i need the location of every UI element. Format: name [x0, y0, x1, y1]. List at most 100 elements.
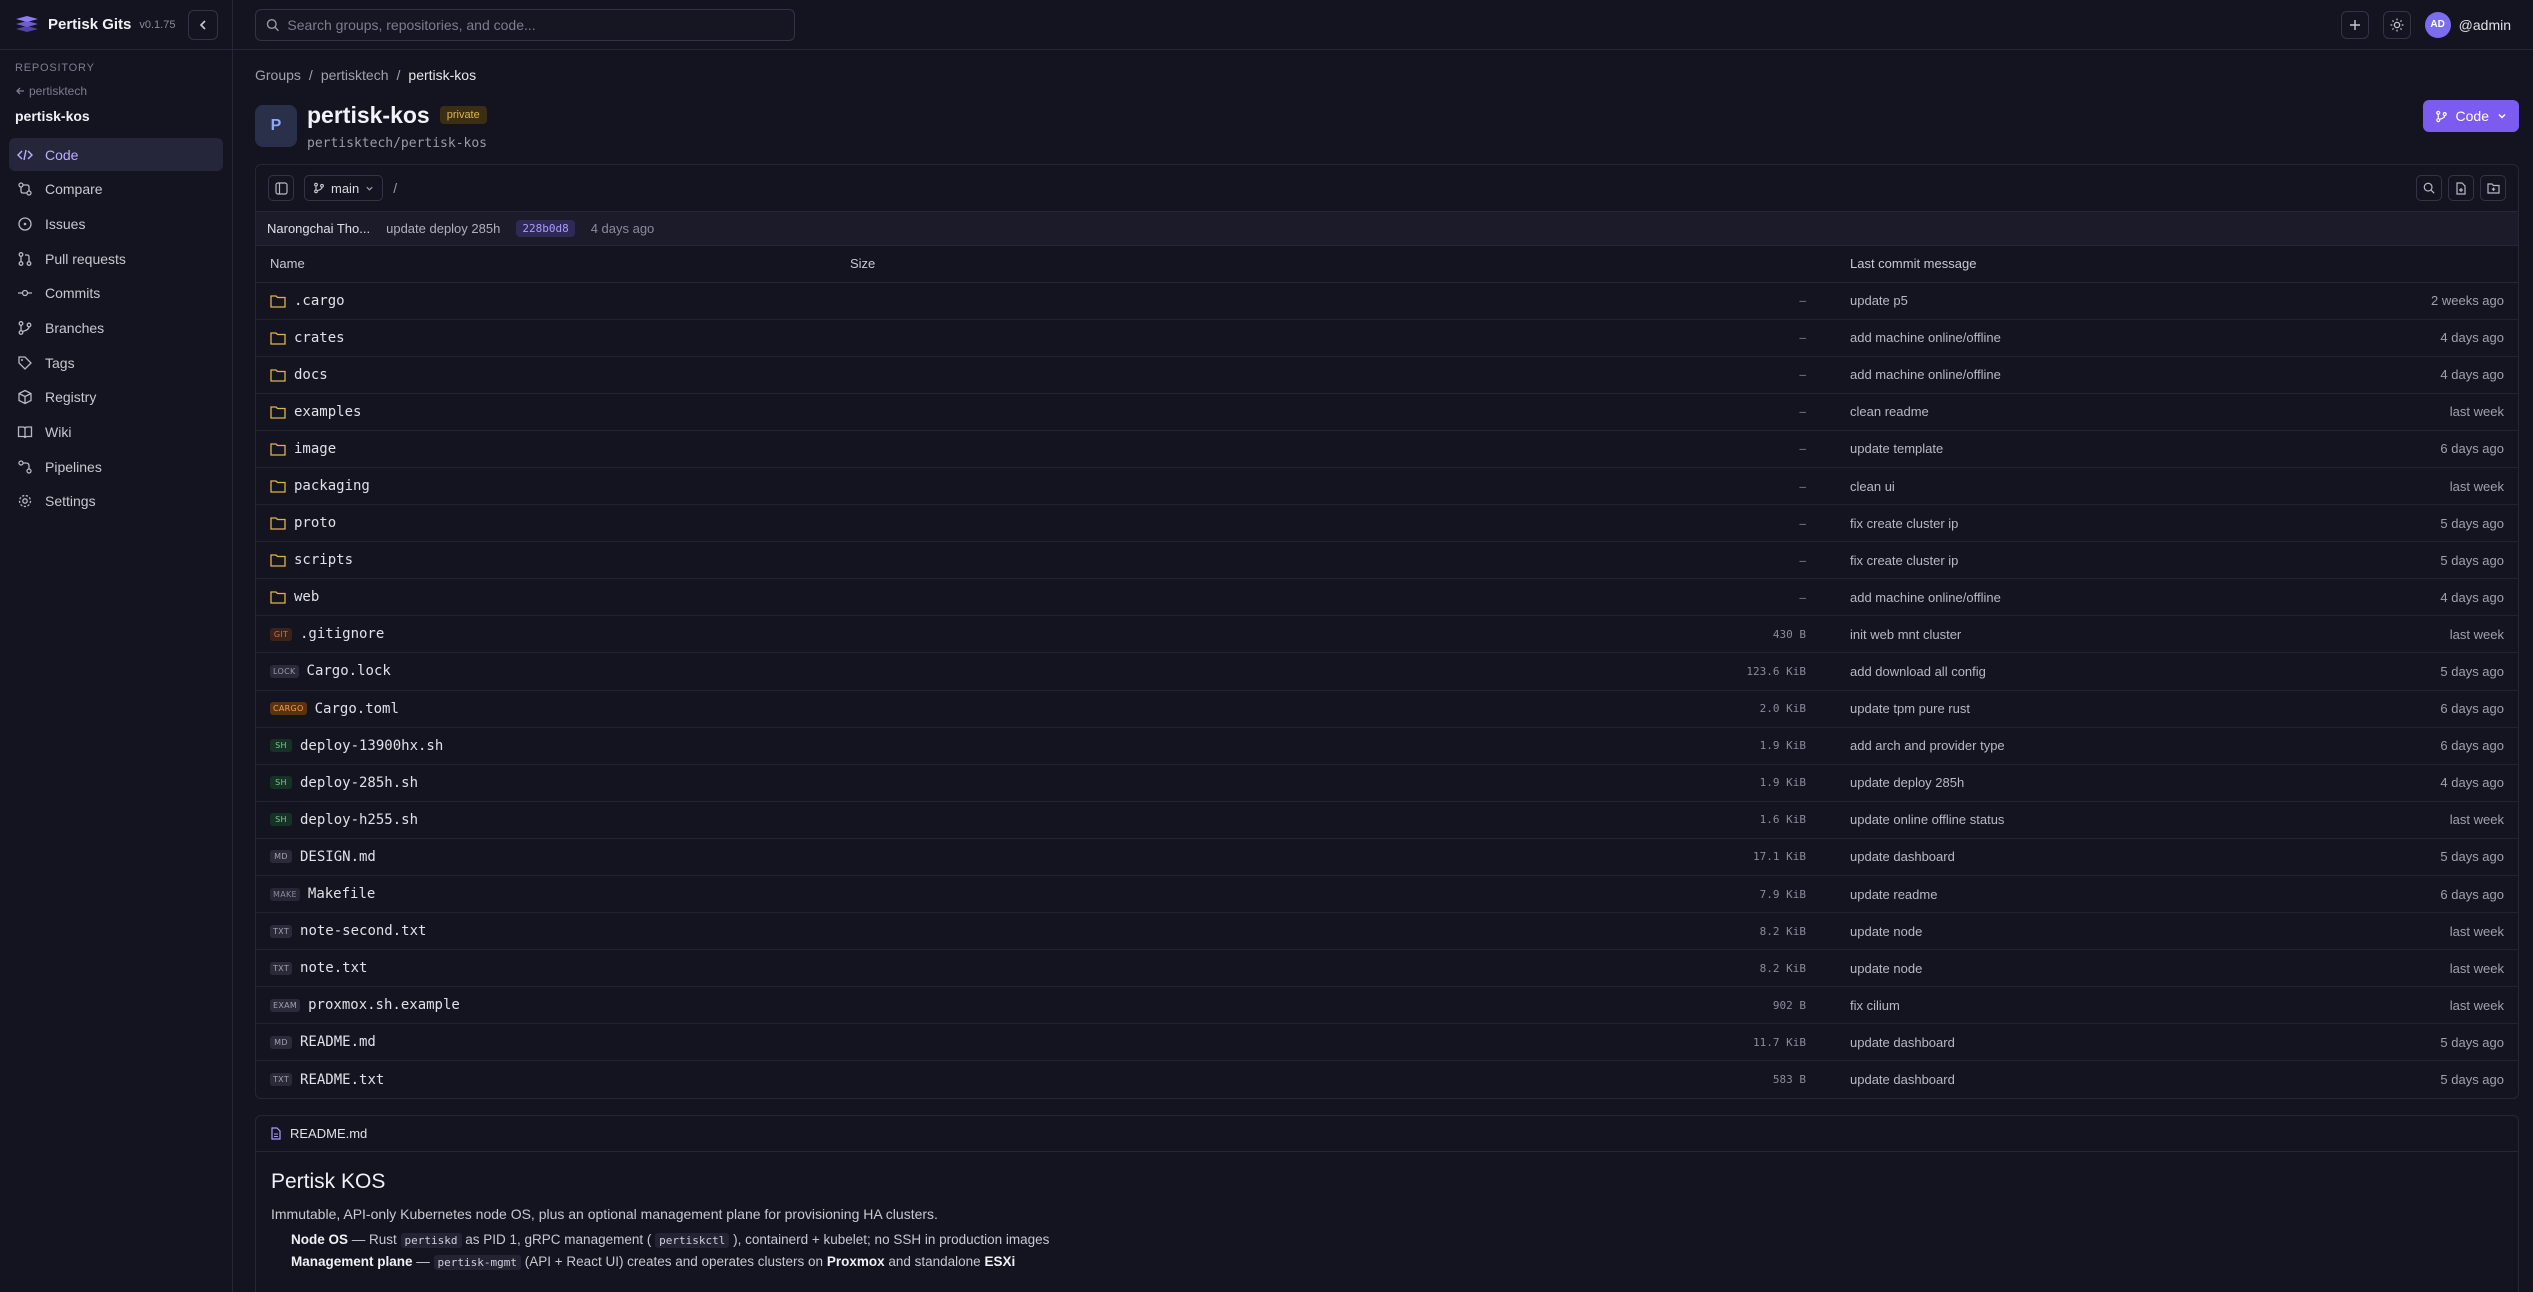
table-row[interactable]: crates – add machine online/offline 4 days …	[256, 319, 2518, 357]
table-row[interactable]: scripts – fix create cluster ip 5 days ago	[256, 541, 2518, 580]
table-row[interactable]: web – add machine online/offline 4 days ago	[256, 578, 2518, 617]
table-row[interactable]: docs – add machine online/offline 4 days ag…	[256, 356, 2518, 394]
file-name[interactable]: README.txt	[300, 1072, 384, 1088]
cell-commit-message[interactable]: update node	[1836, 949, 2276, 988]
cell-commit-message[interactable]: clean readme	[1836, 393, 2276, 431]
file-name[interactable]: Makefile	[308, 886, 375, 902]
file-name[interactable]: .gitignore	[300, 626, 384, 642]
code-dropdown-button[interactable]: Code	[2422, 100, 2519, 132]
avatar[interactable]: AD	[2424, 11, 2451, 38]
commit-sha[interactable]: 228b0d8	[516, 220, 575, 237]
cell-commit-message[interactable]: add machine online/offline	[1836, 319, 2276, 357]
file-name[interactable]: Cargo.lock	[307, 663, 391, 679]
cell-commit-message[interactable]: init web mnt cluster	[1836, 615, 2276, 654]
cell-commit-message[interactable]: update readme	[1836, 875, 2276, 914]
cell-commit-message[interactable]: fix cilium	[1836, 986, 2276, 1025]
cell-commit-message[interactable]: update tpm pure rust	[1836, 690, 2276, 728]
file-name[interactable]: packaging	[294, 478, 370, 494]
theme-toggle-button[interactable]	[2382, 10, 2411, 39]
file-name[interactable]: Cargo.toml	[315, 701, 399, 717]
file-name[interactable]: deploy-285h.sh	[300, 775, 418, 791]
new-folder-button[interactable]	[2480, 175, 2506, 201]
cell-commit-message[interactable]: update p5	[1836, 282, 2276, 320]
sidebar-item-commits[interactable]: Commits	[9, 277, 223, 310]
cell-commit-message[interactable]: update template	[1836, 430, 2276, 468]
table-row[interactable]: examples – clean readme last week	[256, 393, 2518, 431]
cell-commit-message[interactable]: add machine online/offline	[1836, 578, 2276, 617]
cell-commit-message[interactable]: update dashboard	[1836, 1061, 2275, 1098]
table-row[interactable]: .cargo – update p5 2 weeks ago	[256, 282, 2518, 320]
sidebar-item-tags[interactable]: Tags	[9, 346, 223, 379]
cell-commit-message[interactable]: add arch and provider type	[1836, 727, 2276, 765]
new-file-button[interactable]	[2448, 175, 2474, 201]
search-box[interactable]	[255, 8, 795, 41]
cell-commit-message[interactable]: update dashboard	[1836, 838, 2276, 877]
table-row[interactable]: LOCK Cargo.lock 123.6 KiB add download all …	[256, 652, 2518, 691]
table-row[interactable]: SH deploy-13900hx.sh 1.9 KiB add arch and p…	[256, 727, 2518, 765]
cell-commit-time: last week	[2275, 949, 2518, 988]
file-name[interactable]: note-second.txt	[300, 923, 426, 939]
file-name[interactable]: deploy-h255.sh	[300, 812, 418, 828]
table-row[interactable]: MAKE Makefile 7.9 KiB update readme 6 days a…	[256, 875, 2518, 914]
sidebar-item-branches[interactable]: Branches	[9, 311, 223, 344]
cell-commit-message[interactable]: add machine online/offline	[1836, 356, 2276, 394]
commit-author[interactable]: Narongchai Tho...	[267, 221, 370, 236]
file-name[interactable]: .cargo	[294, 293, 345, 309]
cell-commit-message[interactable]: clean ui	[1836, 467, 2276, 506]
file-name[interactable]: DESIGN.md	[300, 849, 376, 865]
file-name[interactable]: web	[294, 589, 319, 605]
sidebar-item-compare[interactable]: Compare	[9, 173, 223, 206]
sidebar-item-pull-requests[interactable]: Pull requests	[9, 242, 223, 275]
back-to-group-link[interactable]: pertisktech	[15, 84, 232, 98]
table-row[interactable]: CARGO Cargo.toml 2.0 KiB update tpm pure ru…	[256, 690, 2518, 728]
table-row[interactable]: TXT note-second.txt 8.2 KiB update node last…	[256, 912, 2518, 951]
file-name[interactable]: crates	[294, 330, 345, 346]
cell-commit-message[interactable]: update deploy 285h	[1836, 764, 2276, 802]
file-name[interactable]: proxmox.sh.example	[308, 997, 460, 1013]
sidebar-item-settings[interactable]: Settings	[9, 485, 223, 518]
readme-filename[interactable]: README.md	[290, 1126, 367, 1141]
table-row[interactable]: GIT .gitignore 430 Binit web mnt cluster la…	[256, 615, 2518, 654]
sidebar-item-pipelines[interactable]: Pipelines	[9, 450, 223, 483]
file-name[interactable]: proto	[294, 515, 336, 531]
sidebar-item-code[interactable]: Code	[9, 138, 223, 171]
username[interactable]: @admin	[2459, 17, 2511, 33]
cell-commit-message[interactable]: add download all config	[1836, 652, 2276, 691]
cell-name: examples	[256, 393, 836, 431]
table-row[interactable]: packaging – clean ui last week	[256, 467, 2518, 506]
table-row[interactable]: image – update template 6 days ago	[256, 430, 2518, 468]
sidebar-item-registry[interactable]: Registry	[9, 381, 223, 414]
cell-size: –	[836, 541, 1836, 580]
sidebar-item-wiki[interactable]: Wiki	[9, 416, 223, 449]
breadcrumb-groups[interactable]: Groups	[255, 67, 301, 83]
search-input[interactable]	[287, 16, 784, 33]
cell-commit-message[interactable]: update online offline status	[1836, 801, 2276, 839]
table-row[interactable]: SH deploy-h255.sh 1.6 KiB update online off…	[256, 801, 2518, 839]
table-row[interactable]: SH deploy-285h.sh 1.9 KiB update deploy 285…	[256, 764, 2518, 802]
table-row[interactable]: proto – fix create cluster ip 5 days ago	[256, 504, 2518, 543]
file-name[interactable]: README.md	[300, 1034, 376, 1050]
breadcrumb-group[interactable]: pertisktech	[321, 67, 389, 83]
cell-commit-message[interactable]: fix create cluster ip	[1836, 541, 2276, 580]
table-row[interactable]: EXAM proxmox.sh.example 902 Bfix cilium las…	[256, 986, 2518, 1025]
file-name[interactable]: scripts	[294, 552, 353, 568]
file-name[interactable]: examples	[294, 404, 361, 420]
toggle-tree-button[interactable]	[268, 175, 294, 201]
table-row[interactable]: TXT note.txt 8.2 KiB update node last week	[256, 949, 2518, 988]
cell-commit-message[interactable]: update dashboard	[1836, 1023, 2276, 1062]
create-new-button[interactable]	[2340, 10, 2369, 39]
sidebar-item-issues[interactable]: Issues	[9, 207, 223, 240]
table-row[interactable]: MD DESIGN.md 17.1 KiB update dashboard 5 day…	[256, 838, 2518, 877]
file-name[interactable]: docs	[294, 367, 328, 383]
search-files-button[interactable]	[2416, 175, 2442, 201]
branch-selector[interactable]: main	[304, 175, 384, 201]
table-row[interactable]: MD README.md 11.7 KiB update dashboard 5 day…	[256, 1023, 2518, 1062]
cell-commit-message[interactable]: fix create cluster ip	[1836, 504, 2276, 543]
file-name[interactable]: image	[294, 441, 336, 457]
cell-commit-message[interactable]: update node	[1836, 912, 2276, 951]
collapse-sidebar-button[interactable]	[188, 9, 218, 40]
commit-message[interactable]: update deploy 285h	[386, 221, 500, 236]
file-name[interactable]: note.txt	[300, 960, 367, 976]
file-name[interactable]: deploy-13900hx.sh	[300, 738, 443, 754]
table-row[interactable]: TXT README.txt 583 B update dashboard 5 days…	[256, 1061, 2518, 1098]
